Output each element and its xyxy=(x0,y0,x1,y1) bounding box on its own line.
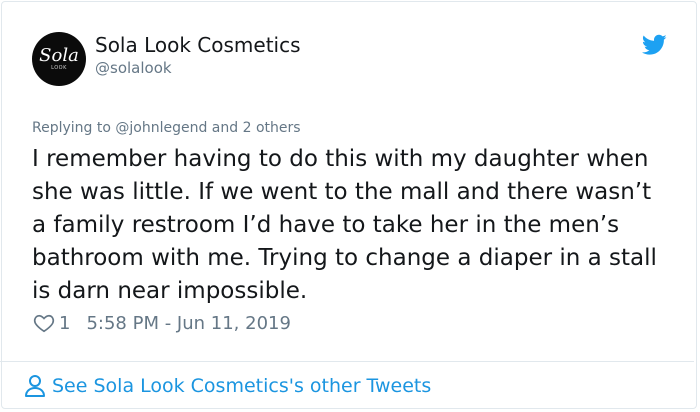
replying-mention-link[interactable]: @johnlegend xyxy=(115,120,207,136)
replying-suffix[interactable]: and 2 others xyxy=(207,120,301,136)
twitter-bird-icon[interactable] xyxy=(642,34,667,56)
replying-prefix: Replying to xyxy=(32,120,116,136)
author-name[interactable]: Sola Look Cosmetics xyxy=(95,33,301,57)
author-handle[interactable]: @solalook xyxy=(95,59,172,77)
tweet-text: I remember having to do this with my dau… xyxy=(32,146,657,304)
tweet-meta: 1 5:58 PM - Jun 11, 2019 xyxy=(33,312,291,334)
heart-icon[interactable] xyxy=(33,312,55,334)
like-count[interactable]: 1 xyxy=(59,313,70,334)
footer-divider xyxy=(0,361,694,362)
avatar-logo-text: Sola xyxy=(39,45,79,66)
other-tweets-link[interactable]: See Sola Look Cosmetics's other Tweets xyxy=(24,374,431,398)
avatar-logo-subtext: LOOK xyxy=(51,65,67,71)
other-tweets-label[interactable]: See Sola Look Cosmetics's other Tweets xyxy=(52,375,431,397)
tweet-timestamp[interactable]: 5:58 PM - Jun 11, 2019 xyxy=(86,313,290,334)
replying-to: Replying to @johnlegend and 2 others xyxy=(32,120,301,136)
person-icon xyxy=(25,375,45,397)
avatar[interactable]: Sola LOOK xyxy=(32,32,86,86)
